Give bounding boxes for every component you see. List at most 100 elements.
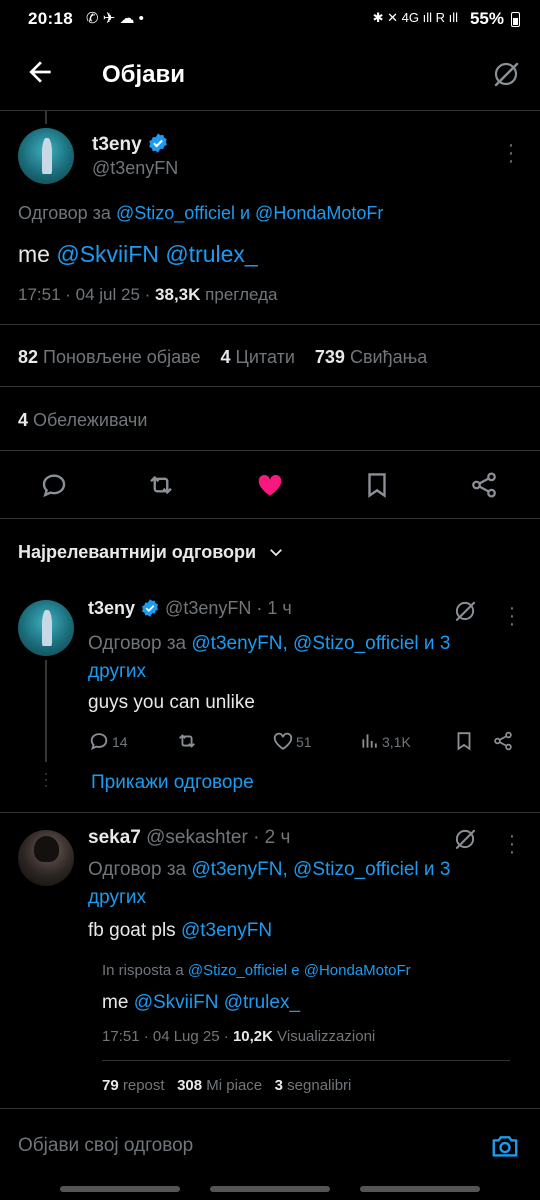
divider (0, 386, 540, 387)
embedded-reposts-count: 79 (102, 1077, 119, 1094)
liked-heart-icon[interactable] (255, 470, 285, 500)
reply-mentions-more[interactable]: других (88, 887, 146, 908)
battery-percent: 55% (469, 9, 504, 28)
embedded-meta: 17:51 · 04 Lug 25 · 10,2K Visualizzazion… (102, 1028, 375, 1045)
replies-sort-label: Најрелевантнији одговори (18, 542, 257, 562)
repost-icon[interactable] (176, 730, 198, 752)
bookmark-icon[interactable] (362, 470, 392, 500)
reply-context: Одговор за @t3enyFN, @Stizo_officiel и 3… (88, 630, 450, 686)
views-chart-icon[interactable] (360, 731, 380, 751)
embedded-views-count: 10,2K (232, 1028, 273, 1045)
author-name-row: t3eny (92, 132, 169, 156)
reply-and: и (239, 203, 251, 223)
post-meta: 17:51 · 04 jul 25 · 38,3K прегледа (18, 285, 277, 305)
author-display-name[interactable]: seka7 (88, 827, 141, 848)
bookmarks-stat[interactable]: 4 Обележивачи (18, 410, 147, 431)
share-icon[interactable] (469, 470, 499, 500)
views-count: 3,1K (382, 734, 411, 750)
like-icon[interactable] (272, 730, 294, 752)
thread-dots: · · · (44, 766, 48, 792)
reply-composer[interactable]: Објави свој одговор (0, 1108, 540, 1182)
grok-icon[interactable] (490, 58, 522, 90)
reply-mentions-link[interactable]: @t3enyFN, @Stizo_officiel и 3 (191, 633, 450, 654)
author-display-name[interactable]: t3eny (88, 598, 135, 618)
author-handle[interactable]: @t3enyFN (92, 158, 178, 179)
bookmarks-count: 4 (18, 410, 29, 430)
replies-sort-dropdown[interactable]: Најрелевантнији одговори (18, 542, 285, 563)
page-title: Објави (102, 61, 186, 88)
quotes-stat[interactable]: 4 Цитати (221, 347, 295, 367)
views-count: 38,3K (155, 285, 201, 304)
reply-input-placeholder[interactable]: Објави свој одговор (18, 1135, 193, 1157)
mention-link[interactable]: @trulex_ (165, 241, 257, 267)
post-text-prefix: me (18, 241, 50, 267)
reply-text-prefix: fb goat pls (88, 920, 176, 941)
reposts-count: 82 (18, 347, 39, 367)
system-nav-pill (60, 1186, 180, 1192)
reposts-stat[interactable]: 82 Поновљене објаве (18, 347, 201, 367)
battery-icon (511, 12, 520, 27)
share-icon[interactable] (492, 730, 514, 752)
embedded-divider (102, 1060, 510, 1061)
reply-count: 14 (112, 734, 128, 750)
reply-mentions-link[interactable]: @t3enyFN, @Stizo_officiel и 3 (191, 859, 450, 880)
embedded-reply-prefix: In risposta a (102, 962, 184, 979)
divider (0, 110, 540, 111)
verified-badge-icon (142, 599, 159, 617)
reply-meta: @t3enyFN · 1 ч (165, 598, 292, 618)
reply-context: Одговор за @t3enyFN, @Stizo_officiel и 3… (88, 856, 450, 912)
top-app-bar: Објави (0, 40, 540, 110)
reply-header: seka7 @sekashter · 2 ч (88, 827, 290, 849)
reply-prefix: Одговор за (18, 203, 111, 223)
system-nav-pill (210, 1186, 330, 1192)
more-options-icon[interactable]: · · · (501, 135, 521, 171)
reply-prefix: Одговор за (88, 859, 187, 880)
reply-meta: @sekashter · 2 ч (146, 827, 291, 848)
embedded-stats: 79 repost 308 Mi piace 3 segnalibri (102, 1077, 351, 1094)
system-nav-pill (360, 1186, 480, 1192)
divider (0, 450, 540, 451)
bookmark-icon[interactable] (453, 730, 475, 752)
embedded-bookmarks-label: segnalibri (287, 1077, 352, 1094)
likes-label: Свиђања (349, 347, 428, 367)
post-text: me @SkviiFN @trulex_ (18, 241, 258, 268)
reply-icon[interactable] (39, 470, 69, 500)
bookmarks-label: Обележивачи (33, 410, 148, 430)
reply-mention-link[interactable]: @Stizo_officiel (116, 203, 235, 223)
embedded-text-prefix: me (102, 992, 129, 1013)
reply-mentions-more[interactable]: других (88, 661, 146, 682)
engagement-stats: 82 Поновљене објаве 4 Цитати 739 Свиђања (18, 347, 427, 368)
chevron-down-icon (270, 549, 282, 557)
status-notification-icons: ✆ ✈ ☁ • (86, 10, 144, 27)
show-replies-link[interactable]: Прикажи одговоре (91, 772, 254, 794)
verified-badge-icon (148, 133, 167, 153)
likes-stat[interactable]: 739 Свиђања (315, 347, 427, 367)
more-options-icon[interactable]: · · · (502, 826, 522, 862)
more-options-icon[interactable]: · · · (502, 598, 522, 634)
embedded-reply-users: @Stizo_officiel e @HondaMotoFr (187, 962, 411, 979)
repost-icon[interactable] (146, 470, 176, 500)
reply-icon[interactable] (88, 730, 110, 752)
reply-mention-link[interactable]: @HondaMotoFr (255, 203, 383, 223)
mention-link[interactable]: @SkviiFN (56, 241, 159, 267)
reply-text: fb goat pls @t3enyFN (88, 920, 272, 942)
grok-icon[interactable] (452, 826, 478, 852)
back-arrow-icon[interactable] (24, 56, 56, 88)
avatar[interactable] (18, 128, 74, 184)
divider (0, 812, 540, 813)
grok-icon[interactable] (452, 598, 478, 624)
embedded-reposts-label: repost (122, 1077, 165, 1094)
likes-count: 739 (314, 347, 345, 367)
views-label: прегледа (205, 285, 278, 304)
embedded-timestamp: 17:51 · 04 Lug 25 · (102, 1028, 229, 1045)
embedded-likes-count: 308 (177, 1077, 203, 1094)
author-display-name[interactable]: t3eny (92, 134, 142, 155)
avatar[interactable] (18, 600, 74, 656)
avatar[interactable] (18, 830, 74, 886)
divider (0, 324, 540, 325)
camera-icon[interactable] (490, 1131, 520, 1161)
thread-line (45, 660, 47, 762)
mention-link[interactable]: @t3enyFN (181, 920, 272, 941)
status-system-icons: ✱ ✕ 4G ıll R ıll (372, 10, 458, 25)
reply-text: guys you can unlike (88, 692, 255, 713)
